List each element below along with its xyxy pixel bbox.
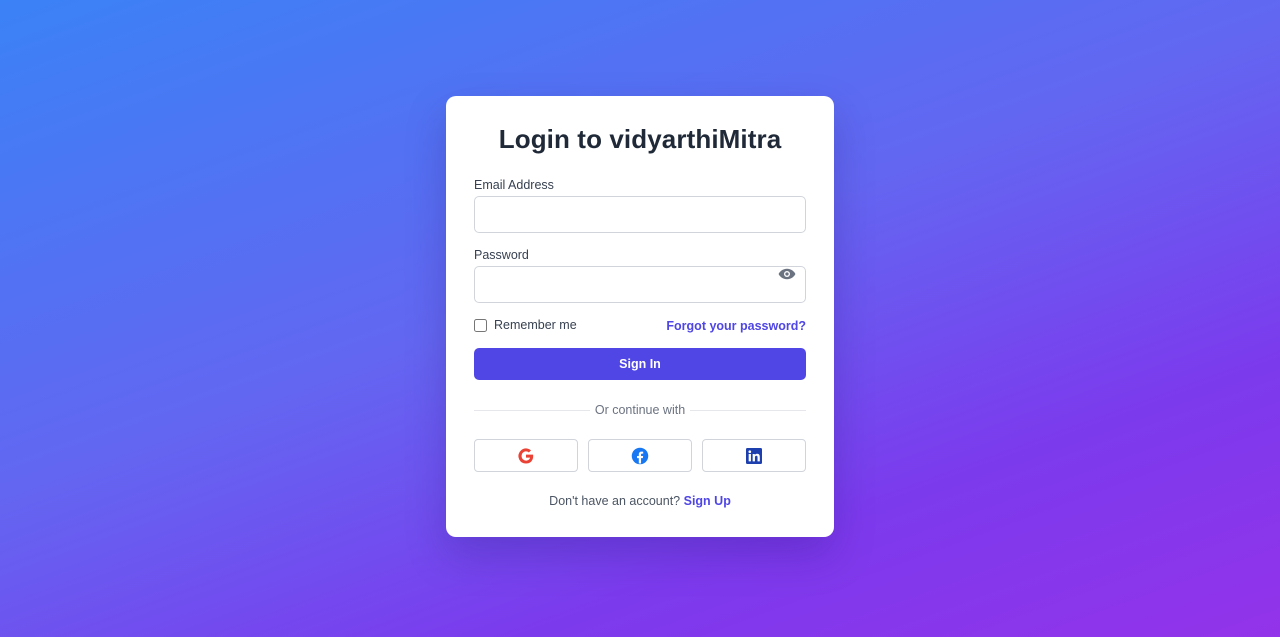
signup-prompt-text: Don't have an account?	[549, 494, 681, 508]
linkedin-login-button[interactable]	[702, 439, 806, 472]
password-label: Password	[474, 248, 529, 262]
remember-me[interactable]: Remember me	[474, 318, 577, 332]
login-card: Login to vidyarthiMitra Email Address Pa…	[446, 96, 834, 537]
sign-in-button[interactable]: Sign In	[474, 348, 806, 380]
divider-line-left	[474, 409, 590, 411]
facebook-icon	[631, 447, 649, 464]
google-icon	[518, 447, 534, 464]
divider-text: Or continue with	[594, 403, 686, 417]
signup-prompt: Don't have an account? Sign Up	[446, 494, 834, 508]
facebook-login-button[interactable]	[588, 439, 692, 472]
sign-up-link[interactable]: Sign Up	[684, 494, 731, 508]
divider: Or continue with	[474, 401, 807, 419]
show-password-eye-icon[interactable]	[778, 268, 796, 280]
email-field[interactable]	[474, 196, 806, 233]
remember-label: Remember me	[494, 318, 577, 332]
social-login-row	[474, 439, 806, 472]
email-label: Email Address	[474, 178, 554, 192]
divider-line-right	[690, 409, 807, 411]
forgot-password-link[interactable]: Forgot your password?	[666, 319, 806, 333]
google-login-button[interactable]	[474, 439, 578, 472]
page-title: Login to vidyarthiMitra	[498, 124, 782, 154]
linkedin-icon	[746, 447, 762, 464]
password-field[interactable]	[474, 266, 806, 303]
remember-checkbox[interactable]	[474, 318, 487, 332]
